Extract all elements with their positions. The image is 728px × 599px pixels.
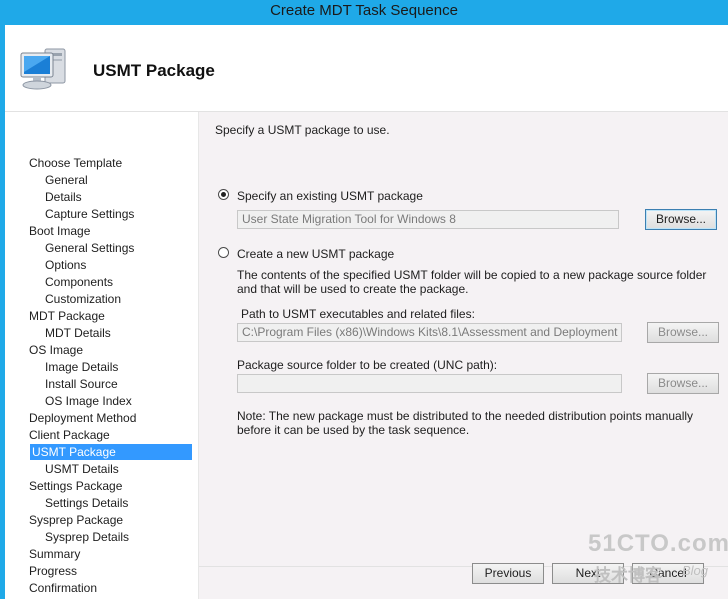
source-folder-browse-button[interactable]: Browse... (647, 373, 719, 394)
wizard-content: Specify a USMT package to use. Specify a… (199, 112, 728, 599)
distribution-note: Note: The new package must be distribute… (237, 409, 694, 437)
nav-item-mdt-details[interactable]: MDT Details (45, 325, 111, 341)
nav-item-capture-settings[interactable]: Capture Settings (45, 206, 134, 222)
nav-item-summary[interactable]: Summary (29, 546, 80, 562)
nav-item-boot-image[interactable]: Boot Image (29, 223, 90, 239)
nav-item-install-source[interactable]: Install Source (45, 376, 118, 392)
nav-item-customization[interactable]: Customization (45, 291, 121, 307)
watermark: 51CTO.com 技术博客 Blog (588, 530, 728, 590)
wizard-nav: Choose Template General Details Capture Set… (5, 112, 197, 599)
watermark-blog: Blog (682, 563, 709, 578)
usmt-path-browse-button[interactable]: Browse... (647, 322, 719, 343)
radio-selected-dot (221, 192, 226, 197)
nav-item-usmt-package[interactable]: USMT Package (30, 444, 192, 460)
nav-item-mdt-package[interactable]: MDT Package (29, 308, 105, 324)
close-button[interactable] (694, 0, 724, 22)
nav-item-deployment-method[interactable]: Deployment Method (29, 410, 136, 426)
nav-item-general-settings[interactable]: General Settings (45, 240, 134, 256)
watermark-site: 51CTO.com (588, 530, 728, 557)
title-bar: Create MDT Task Sequence (0, 0, 728, 25)
existing-browse-button[interactable]: Browse... (645, 209, 717, 230)
new-package-radio[interactable] (218, 247, 229, 258)
source-folder-label: Package source folder to be created (UNC… (237, 358, 498, 372)
nav-item-general[interactable]: General (45, 172, 88, 188)
nav-item-details[interactable]: Details (45, 189, 82, 205)
nav-item-components[interactable]: Components (45, 274, 113, 290)
page-title: USMT Package (93, 61, 215, 80)
previous-button[interactable]: Previous (472, 563, 544, 584)
nav-item-choose-template[interactable]: Choose Template (29, 155, 122, 171)
nav-item-usmt-details[interactable]: USMT Details (45, 461, 119, 477)
nav-item-settings-package[interactable]: Settings Package (29, 478, 122, 494)
wizard-window: USMT Package Choose Template General Detai… (5, 25, 728, 599)
nav-item-options[interactable]: Options (45, 257, 86, 273)
intro-text: Specify a USMT package to use. (215, 123, 390, 137)
nav-item-progress[interactable]: Progress (29, 563, 77, 579)
usmt-path-label: Path to USMT executables and related fil… (241, 307, 475, 321)
nav-item-os-image-index[interactable]: OS Image Index (45, 393, 132, 409)
existing-package-label[interactable]: Specify an existing USMT package (237, 189, 423, 203)
existing-package-radio[interactable] (218, 189, 229, 200)
wizard-header: USMT Package (5, 25, 728, 112)
usmt-path-field[interactable]: C:\Program Files (x86)\Windows Kits\8.1\… (237, 323, 622, 342)
nav-item-os-image[interactable]: OS Image (29, 342, 83, 358)
window-title: Create MDT Task Sequence (270, 2, 458, 19)
nav-item-settings-details[interactable]: Settings Details (45, 495, 128, 511)
watermark-blog-cn: 技术博客 (594, 566, 662, 585)
source-folder-field[interactable] (237, 374, 622, 393)
new-package-description: The contents of the specified USMT folde… (237, 268, 707, 296)
new-package-label[interactable]: Create a new USMT package (237, 247, 394, 261)
computer-monitor-icon (20, 48, 66, 90)
nav-item-sysprep-details[interactable]: Sysprep Details (45, 529, 129, 545)
nav-item-confirmation[interactable]: Confirmation (29, 580, 97, 596)
existing-package-field[interactable]: User State Migration Tool for Windows 8 (237, 210, 619, 229)
nav-item-client-package[interactable]: Client Package (29, 427, 110, 443)
nav-item-sysprep-package[interactable]: Sysprep Package (29, 512, 123, 528)
nav-item-image-details[interactable]: Image Details (45, 359, 118, 375)
